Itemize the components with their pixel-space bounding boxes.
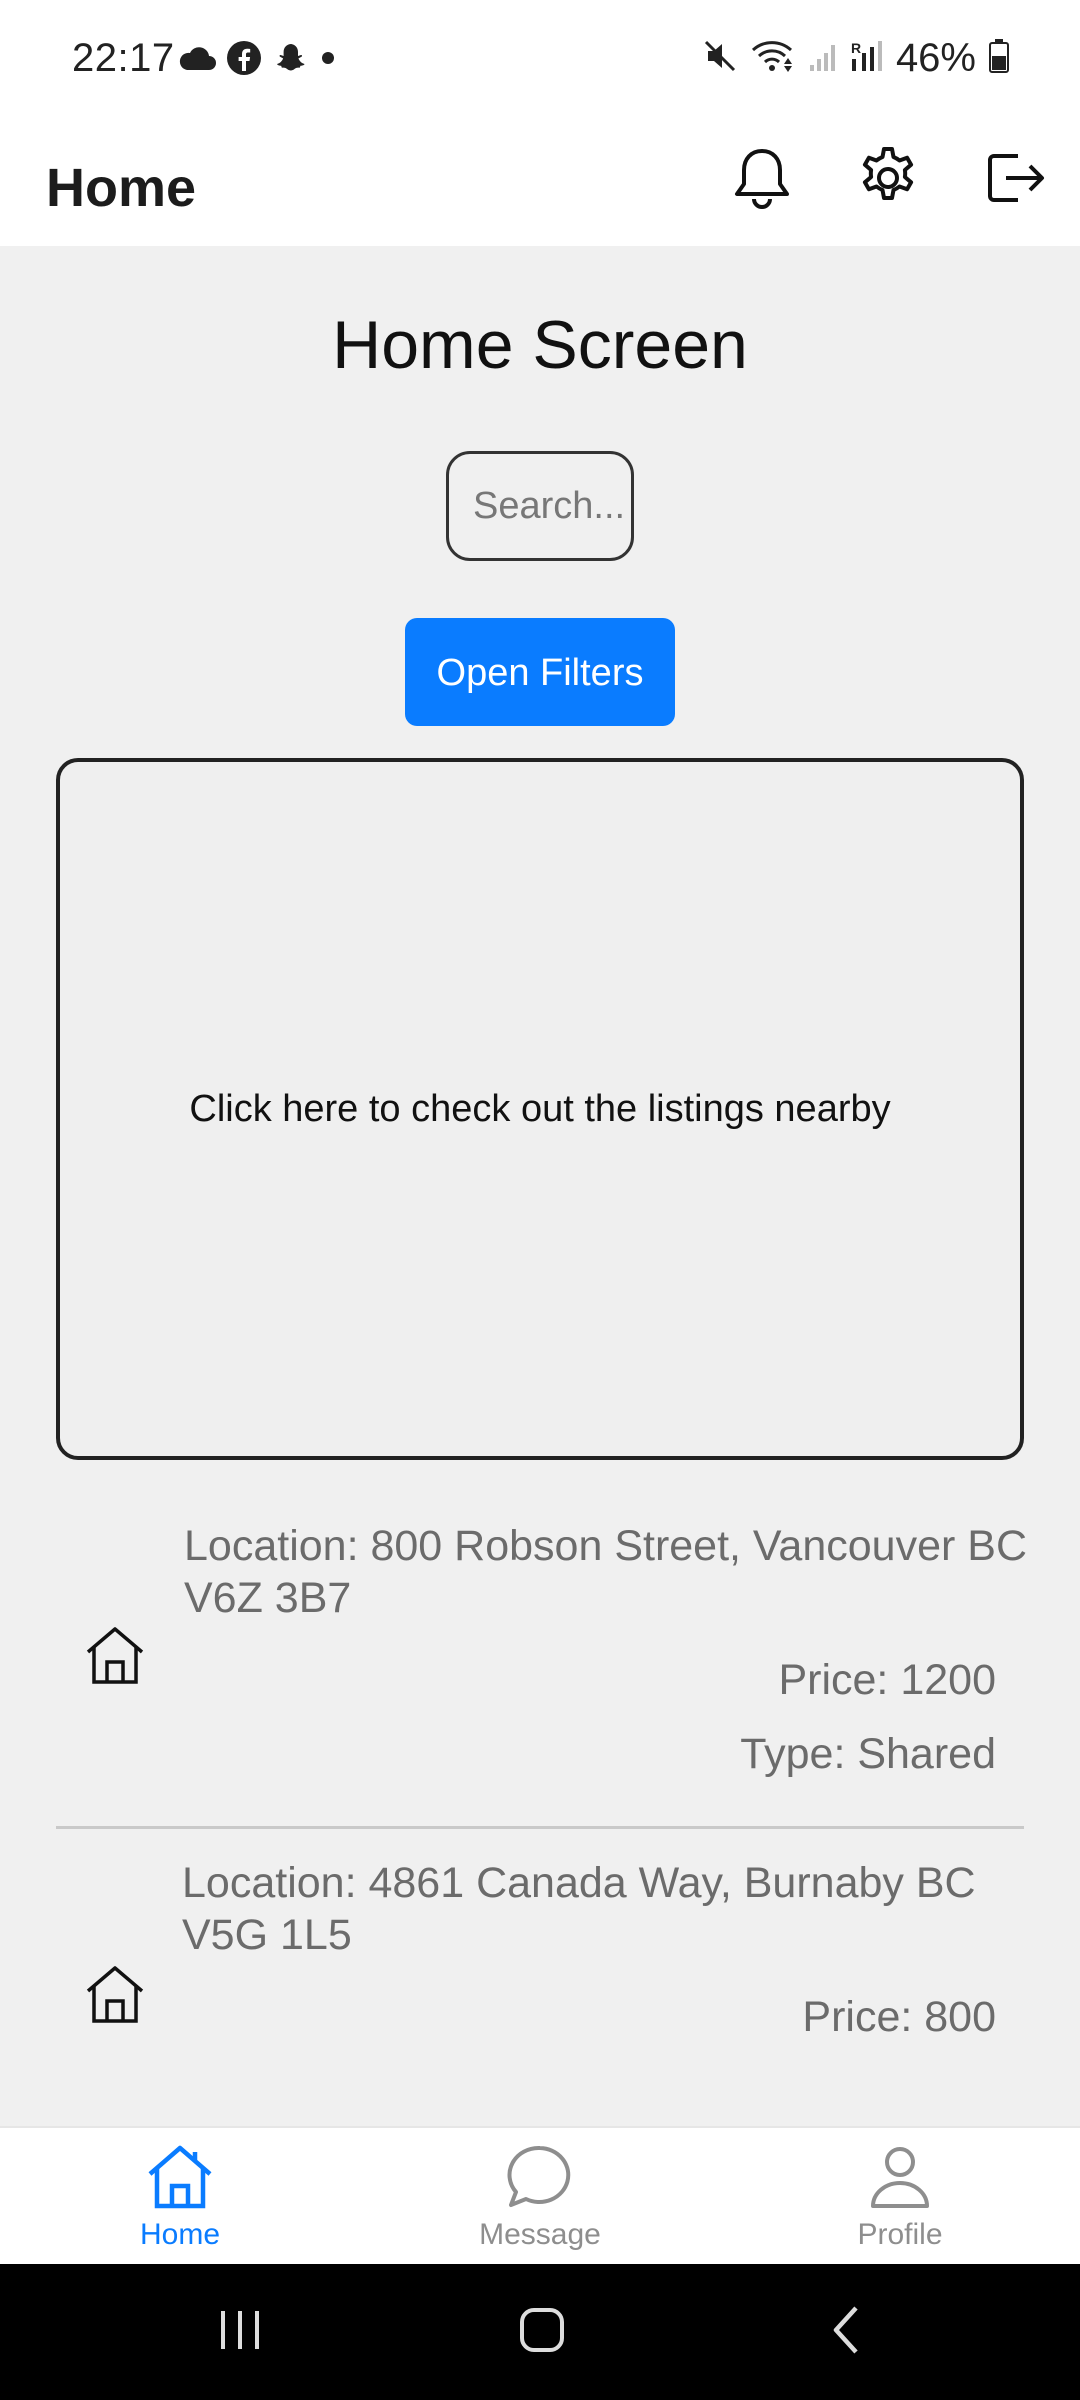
tab-profile[interactable]: Profile <box>720 2128 1080 2266</box>
listing-divider <box>56 1826 1024 1829</box>
listing-price: Price: 1200 <box>778 1656 996 1704</box>
logout-button[interactable] <box>968 132 1064 228</box>
svg-text:R: R <box>851 40 861 56</box>
listing-location: Location: 800 Robson Street, Vancouver B… <box>184 1522 1027 1622</box>
battery-text: 46% <box>895 36 976 80</box>
search-input[interactable] <box>446 451 634 561</box>
status-bar: 22:17 R 46% <box>0 0 1080 120</box>
tab-home-label: Home <box>139 2218 221 2251</box>
open-filters-button[interactable]: Open Filters <box>405 618 675 726</box>
system-navigation-bar <box>0 2264 1080 2400</box>
house-icon <box>84 1963 146 2025</box>
app-bar: Home <box>0 120 1080 247</box>
mute-icon <box>702 38 738 79</box>
battery-icon <box>988 38 1010 79</box>
message-icon <box>505 2142 575 2212</box>
listing-location: Location: 4861 Canada Way, Burnaby BC V5… <box>182 1859 976 1959</box>
logout-icon <box>984 148 1048 213</box>
nearby-listings-prompt: Click here to check out the listings nea… <box>189 1087 891 1130</box>
wifi-icon <box>750 38 796 79</box>
tab-profile-label: Profile <box>857 2218 943 2251</box>
signal-icon <box>808 39 838 78</box>
main-content: Home Screen Open Filters Click here to c… <box>0 246 1080 2126</box>
status-icons-right: R 46% <box>702 36 1010 81</box>
app-title: Home <box>46 158 197 218</box>
facebook-icon <box>226 40 262 81</box>
notifications-button[interactable] <box>714 132 810 228</box>
signal-roaming-icon: R <box>850 39 884 78</box>
profile-icon <box>865 2142 935 2212</box>
tab-home[interactable]: Home <box>0 2128 360 2266</box>
bottom-tab-bar: Home Message Profile <box>0 2126 1080 2266</box>
settings-button[interactable] <box>840 132 936 228</box>
back-icon <box>826 2304 866 2361</box>
listing-item[interactable]: Location: 800 Robson Street, Vancouver B… <box>56 1520 1027 1790</box>
back-button[interactable] <box>796 2292 896 2372</box>
recents-icon <box>215 2307 265 2358</box>
listing-price: Price: 800 <box>802 1993 996 2041</box>
page-title: Home Screen <box>332 307 748 383</box>
house-icon <box>84 1624 146 1686</box>
listing-item[interactable]: Location: 4861 Canada Way, Burnaby BC V5… <box>56 1857 1024 2077</box>
home-nav-button[interactable] <box>492 2292 592 2372</box>
snapchat-icon <box>272 40 308 81</box>
status-time: 22:17 <box>72 36 175 80</box>
home-nav-icon <box>517 2305 567 2360</box>
status-icons-left <box>178 40 338 81</box>
home-icon <box>145 2142 215 2212</box>
tab-message[interactable]: Message <box>360 2128 720 2266</box>
cloud-icon <box>178 44 216 77</box>
tab-message-label: Message <box>479 2218 601 2251</box>
notification-dot-icon <box>318 48 338 73</box>
nearby-listings-box[interactable]: Click here to check out the listings nea… <box>56 758 1024 1460</box>
listing-type: Type: Shared <box>740 1730 996 1778</box>
recents-button[interactable] <box>190 2292 290 2372</box>
gear-icon <box>855 145 921 216</box>
bell-icon <box>731 145 793 216</box>
